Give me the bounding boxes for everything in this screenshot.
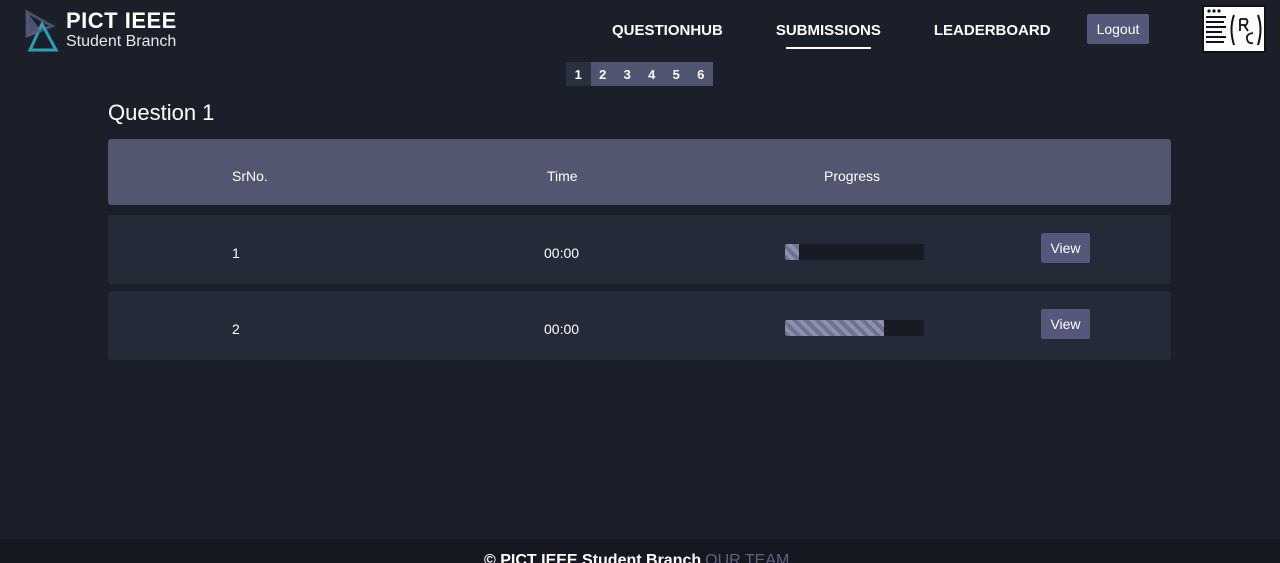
row-srno: 1 [232,245,240,261]
progress-bar-fill [785,244,799,260]
page-6-button[interactable]: 6 [688,62,713,86]
nav-leaderboard[interactable]: LEADERBOARD [934,22,1051,49]
row-time: 00:00 [544,245,580,261]
main-nav: QUESTIONHUB SUBMISSIONS LEADERBOARD [612,22,1051,49]
page-2-button[interactable]: 2 [590,62,615,86]
ieee-logo-icon [25,9,59,52]
brand-logo[interactable]: PICT IEEE Student Branch [24,6,177,54]
page-3-button[interactable]: 3 [615,62,640,86]
footer-copyright: © PICT IEEE Student Branch [484,552,702,563]
progress-bar-fill [785,320,884,336]
header-time: Time [547,168,578,184]
page: PICT IEEE Student Branch QUESTIONHUB SUB… [0,0,1280,563]
page-5-button[interactable]: 5 [664,62,689,86]
rc-logo[interactable] [1202,5,1266,53]
row-srno: 2 [232,321,240,337]
brand-subtitle: Student Branch [66,33,177,50]
table-row: 2 00:00 View [108,291,1171,360]
table-row: 1 00:00 View [108,215,1171,284]
nav-submissions[interactable]: SUBMISSIONS [776,22,881,49]
footer-text: © PICT IEEE Student Branch OUR TEAM [484,552,789,563]
rc-logo-icon [1206,9,1262,46]
table-header: SrNo. Time Progress [108,139,1171,205]
footer: © PICT IEEE Student Branch OUR TEAM [0,539,1280,563]
question-title: Question 1 [108,100,215,125]
view-button[interactable]: View [1041,309,1090,339]
page-1-button[interactable]: 1 [566,62,591,86]
question-pagination: 1 2 3 4 5 6 [566,62,713,86]
progress-bar [785,320,924,336]
row-time: 00:00 [544,321,580,337]
view-button[interactable]: View [1041,233,1090,263]
header-progress: Progress [824,168,881,184]
nav-questionhub[interactable]: QUESTIONHUB [612,22,723,49]
our-team-link[interactable]: OUR TEAM [705,552,789,563]
header-srno: SrNo. [232,168,268,184]
page-4-button[interactable]: 4 [639,62,664,86]
progress-bar [785,244,924,260]
brand-title: PICT IEEE [66,8,177,33]
logout-button[interactable]: Logout [1087,14,1149,44]
